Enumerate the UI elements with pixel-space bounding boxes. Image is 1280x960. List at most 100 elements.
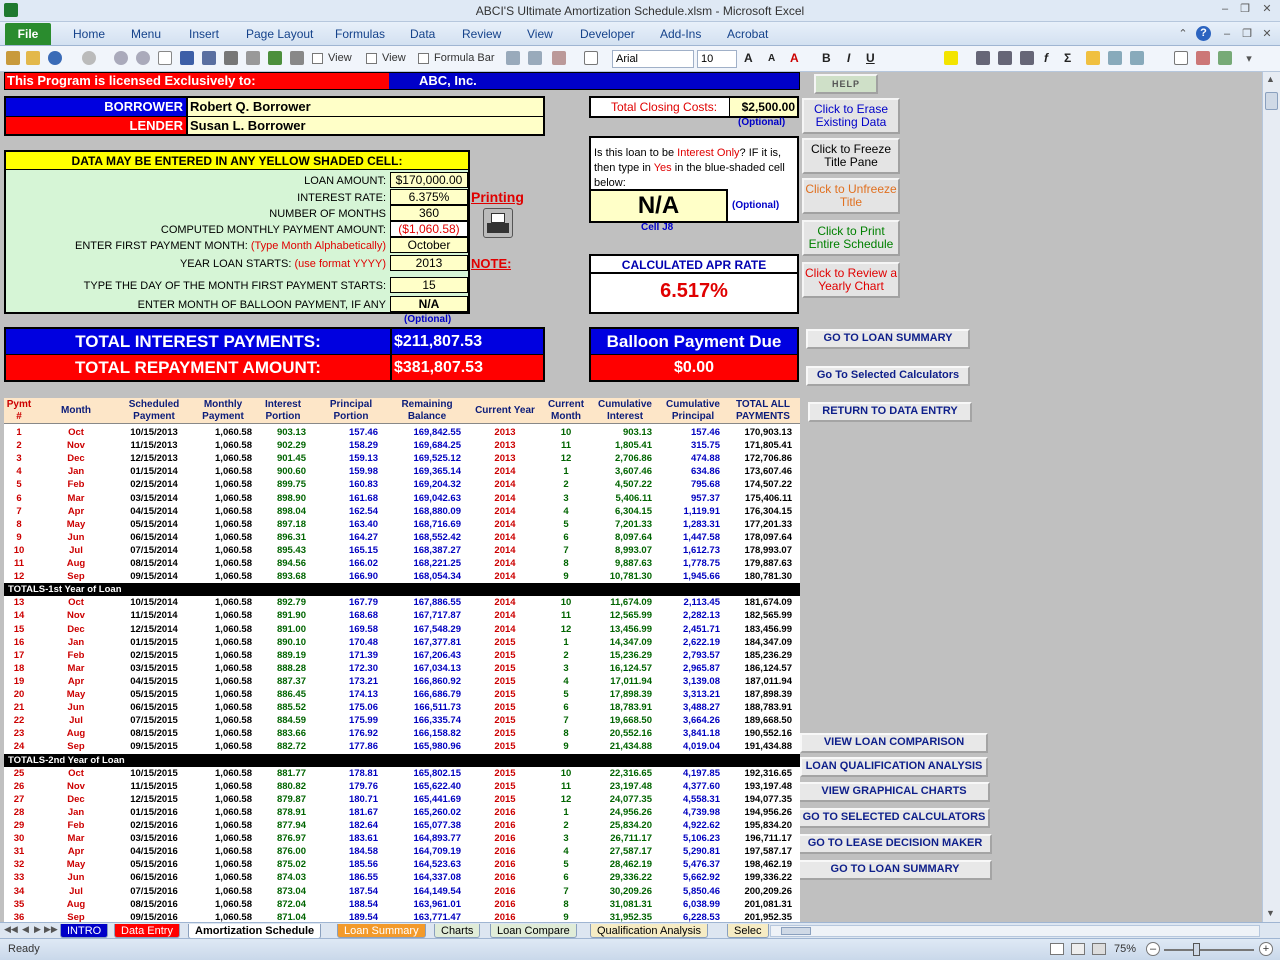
go-to-selected-calculators-button[interactable]: Go To Selected Calculators	[806, 366, 970, 386]
grid-icon[interactable]	[1130, 51, 1144, 65]
lock-icon[interactable]	[1086, 51, 1100, 65]
open-icon[interactable]	[26, 51, 40, 65]
zoom-slider-thumb[interactable]	[1193, 943, 1200, 956]
sheet-tab-loan-summary[interactable]: Loan Summary	[337, 924, 426, 938]
tab-add-ins[interactable]: Add-Ins	[660, 27, 701, 41]
zoom-icon[interactable]	[114, 51, 128, 65]
sheet-tab-selected[interactable]: Selec	[727, 924, 769, 938]
save-icon[interactable]	[180, 51, 194, 65]
tab-insert[interactable]: Insert	[189, 27, 219, 41]
lender-input[interactable]: Susan L. Borrower	[188, 117, 543, 134]
autosum-button[interactable]: Σ	[1064, 51, 1071, 65]
new-icon[interactable]	[158, 51, 172, 65]
workbook-restore-icon[interactable]: ❐	[1240, 27, 1254, 41]
table-icon[interactable]	[1108, 51, 1122, 65]
freeze-title-button[interactable]: Click to Freeze Title Pane	[802, 138, 900, 174]
page-layout-view-icon[interactable]	[1071, 943, 1085, 955]
view-graphical-charts-button[interactable]: VIEW GRAPHICAL CHARTS	[798, 782, 990, 802]
zoom-level[interactable]: 75%	[1114, 943, 1136, 955]
font-name-select[interactable]: Arial	[612, 50, 694, 68]
zoom-out-icon[interactable]	[136, 51, 150, 65]
format-painter-icon[interactable]	[6, 51, 20, 65]
go-to-loan-summary-button-2[interactable]: GO TO LOAN SUMMARY	[798, 860, 992, 880]
minimize-icon[interactable]: –	[1218, 2, 1232, 16]
formula-bar-checkbox[interactable]	[418, 53, 429, 64]
workbook-close-icon[interactable]: ✕	[1260, 27, 1274, 41]
tab-nav-prev-icon[interactable]: ◀	[22, 924, 29, 935]
sheet-tab-loan-compare[interactable]: Loan Compare	[490, 924, 577, 938]
function-icon[interactable]: f	[1044, 51, 1048, 65]
tab-formulas[interactable]: Formulas	[335, 27, 385, 41]
closing-costs-input[interactable]: $2,500.00	[729, 98, 797, 116]
horizontal-scroll-thumb[interactable]	[781, 927, 811, 935]
first-month-input[interactable]: October	[390, 237, 468, 253]
horizontal-scrollbar[interactable]	[770, 925, 1260, 937]
print-schedule-button[interactable]: Click to Print Entire Schedule	[802, 220, 900, 256]
tab-file[interactable]: File	[5, 23, 51, 45]
tab-view[interactable]: View	[527, 27, 553, 41]
interest-rate-input[interactable]: 6.375%	[390, 189, 468, 205]
font-size-select[interactable]: 10	[697, 50, 737, 68]
vertical-scrollbar[interactable]: ▲ ▼	[1262, 72, 1280, 922]
redo-icon[interactable]	[82, 51, 96, 65]
view-checkbox-1[interactable]	[312, 53, 323, 64]
go-to-lease-decision-maker-button[interactable]: GO TO LEASE DECISION MAKER	[798, 834, 992, 854]
year-starts-input[interactable]: 2013	[390, 255, 468, 271]
help-button[interactable]: HELP	[814, 74, 878, 94]
go-to-selected-calculators-button-2[interactable]: GO TO SELECTED CALCULATORS	[798, 808, 990, 828]
sheet-tab-amortization-schedule[interactable]: Amortization Schedule	[188, 924, 322, 939]
borrower-input[interactable]: Robert Q. Borrower	[188, 98, 543, 116]
zoom-slider[interactable]	[1164, 949, 1254, 951]
underline-button[interactable]: U	[866, 51, 875, 65]
normal-view-icon[interactable]	[1050, 943, 1064, 955]
macro-icon[interactable]	[1218, 51, 1232, 65]
tab-nav-next-icon[interactable]: ▶	[34, 924, 41, 935]
sheet-tab-charts[interactable]: Charts	[434, 924, 481, 938]
tab-home[interactable]: Home	[73, 27, 105, 41]
bold-button[interactable]: B	[822, 51, 831, 65]
tab-nav-last-icon[interactable]: ▶▶	[44, 924, 58, 935]
view-loan-comparison-button[interactable]: VIEW LOAN COMPARISON	[800, 733, 988, 753]
undo-icon[interactable]	[48, 51, 62, 65]
align-center-icon[interactable]	[998, 51, 1012, 65]
delete-rows-icon[interactable]	[552, 51, 566, 65]
tab-page-layout[interactable]: Page Layout	[246, 27, 313, 41]
zoom-out-button[interactable]: –	[1146, 942, 1160, 956]
restore-icon[interactable]: ❐	[1238, 2, 1252, 16]
first-payment-day-input[interactable]: 15	[390, 277, 468, 293]
loan-qualification-analysis-button[interactable]: LOAN QUALIFICATION ANALYSIS	[800, 757, 988, 777]
sheet-tab-qualification-analysis[interactable]: Qualification Analysis	[590, 924, 708, 938]
go-to-loan-summary-button[interactable]: GO TO LOAN SUMMARY	[806, 329, 970, 349]
view-checkbox-2[interactable]	[366, 53, 377, 64]
save-as-icon[interactable]	[202, 51, 216, 65]
yearly-chart-button[interactable]: Click to Review a Yearly Chart	[802, 262, 900, 298]
tab-acrobat[interactable]: Acrobat	[727, 27, 768, 41]
page-break-view-icon[interactable]	[1092, 943, 1106, 955]
unfreeze-title-button[interactable]: Click to Unfreeze Title	[802, 178, 900, 214]
toolbar-overflow-icon[interactable]: ▾	[1242, 52, 1256, 66]
font-color-button[interactable]: A	[790, 51, 799, 65]
zoom-in-button[interactable]: +	[1259, 942, 1273, 956]
close-icon[interactable]: ✕	[1260, 2, 1274, 16]
printing-link[interactable]: Printing	[471, 189, 524, 205]
fill-color-icon[interactable]	[944, 51, 958, 65]
form-tool-icon[interactable]	[1196, 51, 1210, 65]
loan-amount-input[interactable]: $170,000.00	[390, 172, 468, 188]
align-right-icon[interactable]	[1020, 51, 1034, 65]
tab-developer[interactable]: Developer	[580, 27, 635, 41]
spelling-icon[interactable]	[268, 51, 282, 65]
insert-columns-icon[interactable]	[528, 51, 542, 65]
balloon-month-input[interactable]: N/A	[390, 296, 468, 312]
checkbox-tool-icon[interactable]	[1174, 51, 1188, 65]
scroll-up-icon[interactable]: ▲	[1266, 74, 1275, 84]
help-icon[interactable]: ?	[1196, 26, 1211, 41]
tab-review[interactable]: Review	[462, 27, 501, 41]
sheet-tab-intro[interactable]: INTRO	[60, 924, 109, 938]
shrink-font-button[interactable]: A	[768, 53, 775, 64]
align-left-icon[interactable]	[976, 51, 990, 65]
printer-icon[interactable]	[483, 208, 513, 238]
number-of-months-input[interactable]: 360	[390, 205, 468, 221]
interest-only-input[interactable]: N/A	[591, 189, 728, 221]
tab-nav-first-icon[interactable]: ◀◀	[4, 924, 18, 935]
tab-data[interactable]: Data	[410, 27, 435, 41]
